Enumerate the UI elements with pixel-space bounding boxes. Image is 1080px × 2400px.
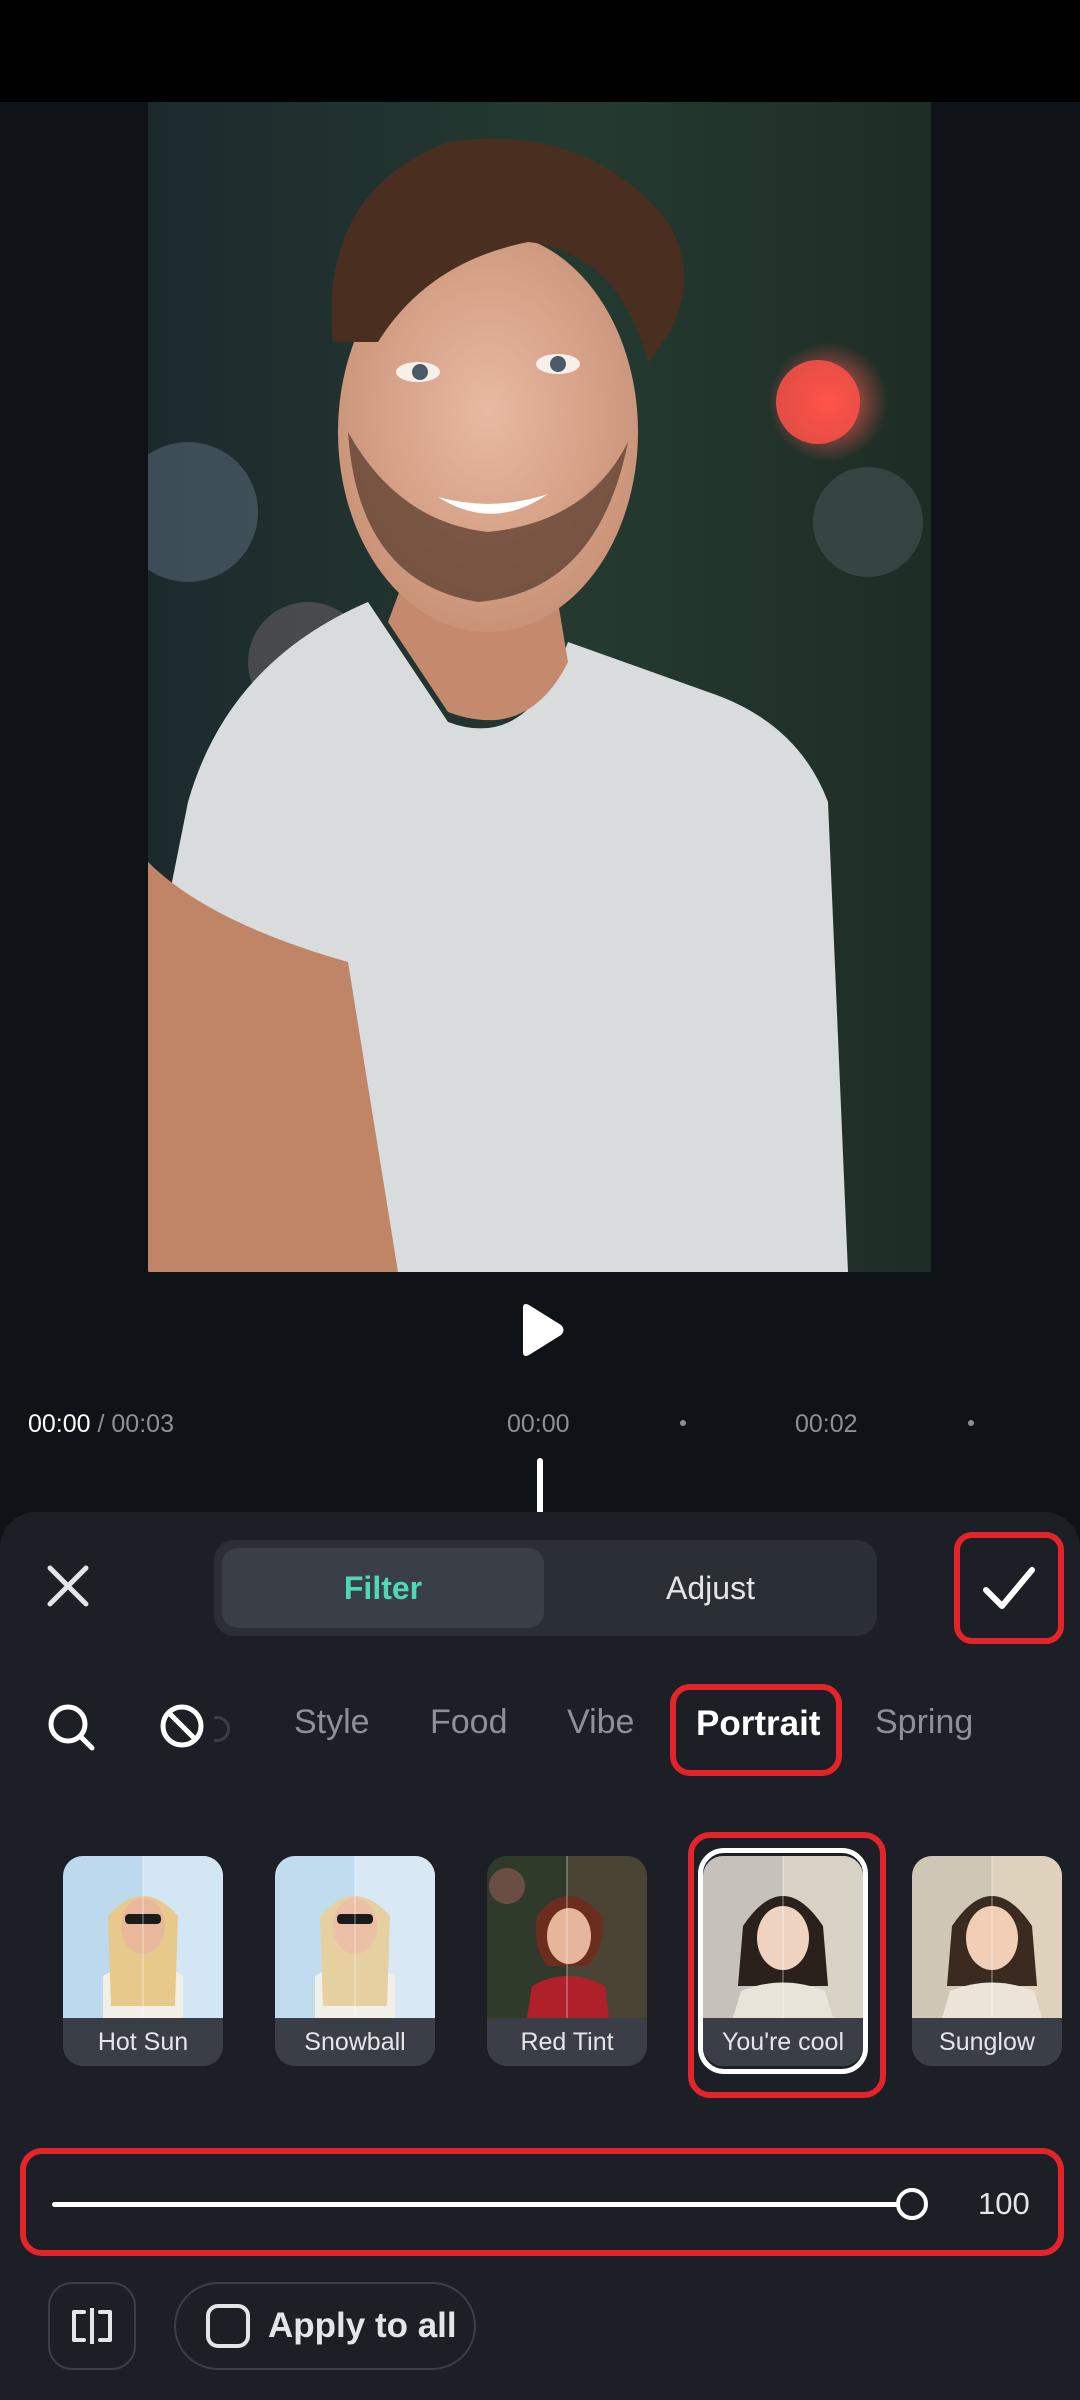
- filter-label: Red Tint: [487, 2018, 647, 2066]
- apply-to-all-toggle[interactable]: Apply to all: [174, 2282, 476, 2370]
- compare-icon: [72, 2308, 112, 2344]
- filter-label: Sunglow: [912, 2018, 1062, 2066]
- filter-thumbnail: [487, 1856, 647, 2018]
- filter-label: You're cool: [703, 2018, 863, 2066]
- play-icon[interactable]: [513, 1302, 567, 1358]
- filter-thumbnail: [63, 1856, 223, 2018]
- filter-thumbnail: [912, 1856, 1062, 2018]
- filter-thumbnail: [275, 1856, 435, 2018]
- confirm-check-icon[interactable]: [980, 1560, 1038, 1616]
- filter-card-red-tint[interactable]: Red Tint: [487, 1856, 647, 2066]
- video-preview-image[interactable]: [148, 102, 931, 1272]
- timeline-tick-0: 00:00: [507, 1410, 570, 1438]
- category-food[interactable]: Food: [430, 1703, 508, 1742]
- intensity-value: 100: [978, 2186, 1030, 2221]
- apply-to-all-label: Apply to all: [268, 2306, 457, 2345]
- filter-thumbnail: [703, 1856, 863, 2018]
- tab-filter[interactable]: Filter: [222, 1548, 544, 1628]
- compare-button[interactable]: [48, 2282, 136, 2370]
- timeline-dot: [968, 1420, 974, 1426]
- category-portrait[interactable]: Portrait: [696, 1704, 820, 1744]
- category-spring[interactable]: Spring: [875, 1703, 973, 1742]
- tab-adjust[interactable]: Adjust: [548, 1548, 873, 1628]
- category-style[interactable]: Style: [294, 1703, 370, 1742]
- intensity-slider-track[interactable]: [52, 2202, 914, 2207]
- search-icon[interactable]: [46, 1702, 96, 1752]
- filter-card-hot-sun[interactable]: Hot Sun: [63, 1856, 223, 2066]
- timeline-tick-1: 00:02: [795, 1410, 858, 1438]
- total-time: / 00:03: [97, 1410, 174, 1438]
- filter-card-snowball[interactable]: Snowball: [275, 1856, 435, 2066]
- no-filter-icon[interactable]: [158, 1702, 206, 1750]
- intensity-slider-thumb[interactable]: [896, 2188, 928, 2220]
- close-icon[interactable]: [44, 1562, 92, 1610]
- status-bar: [0, 0, 1080, 102]
- timeline-dot: [680, 1420, 686, 1426]
- filter-card-youre-cool[interactable]: You're cool: [703, 1856, 863, 2066]
- category-vibe[interactable]: Vibe: [567, 1703, 634, 1742]
- filter-label: Hot Sun: [63, 2018, 223, 2066]
- apply-to-all-checkbox[interactable]: [206, 2304, 250, 2348]
- scroll-fade: [214, 1710, 238, 1744]
- playhead[interactable]: [537, 1458, 543, 1514]
- current-time: 00:00: [28, 1410, 91, 1438]
- filter-card-sunglow[interactable]: Sunglow: [912, 1856, 1062, 2066]
- filter-label: Snowball: [275, 2018, 435, 2066]
- time-readout: 00:00 / 00:03: [28, 1410, 174, 1439]
